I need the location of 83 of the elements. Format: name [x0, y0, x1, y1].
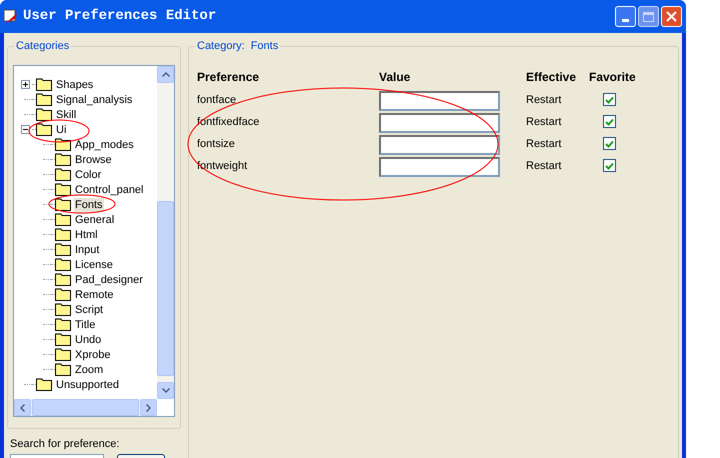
tree-item[interactable]: Ui — [55, 122, 68, 136]
check-icon — [605, 140, 614, 148]
folder-icon — [55, 138, 71, 151]
scroll-left-button[interactable] — [14, 399, 31, 416]
tree-item[interactable]: Xprobe — [74, 348, 112, 362]
scroll-up-button[interactable] — [157, 66, 174, 83]
close-button[interactable] — [661, 6, 682, 27]
effective-value: Restart — [526, 93, 562, 108]
folder-icon — [55, 303, 71, 316]
tree-item[interactable]: Script — [74, 302, 104, 316]
tree-item[interactable]: Control_panel — [74, 182, 144, 196]
value-field[interactable] — [379, 157, 500, 177]
scroll-right-button[interactable] — [140, 399, 157, 416]
tree-item[interactable]: Remote — [74, 288, 115, 302]
check-icon — [605, 162, 614, 170]
preference-name: fontsize — [197, 137, 236, 152]
folder-icon — [36, 93, 52, 106]
column-header: Value — [379, 69, 412, 86]
effective-value: Restart — [526, 137, 562, 152]
column-header: Effective — [526, 69, 578, 86]
folder-icon — [55, 288, 71, 301]
folder-icon — [55, 198, 71, 211]
favorite-checkbox[interactable] — [603, 159, 616, 172]
folder-icon — [55, 363, 71, 376]
category-label: Category: — [195, 39, 251, 53]
tree-item[interactable]: Html — [74, 228, 99, 242]
tree-item[interactable]: Shapes — [55, 78, 94, 92]
vertical-scrollbar[interactable] — [157, 66, 174, 399]
tree-item[interactable]: Unsupported — [55, 378, 120, 392]
value-field[interactable] — [379, 113, 500, 133]
annotation-ellipse — [48, 194, 116, 214]
folder-icon — [55, 153, 71, 166]
favorite-checkbox[interactable] — [603, 137, 616, 150]
tree-item[interactable]: Fonts — [74, 198, 104, 212]
effective-value: Restart — [526, 159, 562, 174]
close-icon — [666, 11, 677, 22]
group-title: Categories — [14, 39, 72, 53]
horizontal-scrollbar[interactable] — [14, 399, 157, 416]
favorite-checkbox[interactable] — [603, 115, 616, 128]
tree-item[interactable]: General — [74, 212, 116, 226]
minimize-button[interactable] — [615, 6, 636, 27]
folder-icon — [55, 243, 71, 256]
tree-item[interactable]: License — [74, 258, 114, 272]
favorite-checkbox[interactable] — [603, 93, 616, 106]
tree-item[interactable]: App_modes — [74, 138, 135, 152]
app-icon — [3, 8, 19, 24]
preference-name: fontface — [197, 93, 238, 108]
value-field[interactable] — [379, 91, 500, 111]
tree-item[interactable]: Input — [74, 242, 100, 256]
tree-item[interactable]: Browse — [74, 152, 113, 166]
folder-icon — [36, 378, 52, 391]
tree-item[interactable]: Color — [74, 168, 102, 182]
tree-item[interactable]: Undo — [74, 332, 102, 346]
check-icon — [605, 96, 614, 104]
folder-icon — [55, 168, 71, 181]
effective-value: Restart — [526, 115, 562, 130]
search-label: Search for preference: — [10, 437, 120, 451]
tree-item[interactable]: Skill — [55, 108, 78, 122]
folder-icon — [36, 78, 52, 91]
folder-icon — [55, 318, 71, 331]
folder-icon — [55, 273, 71, 286]
window-title: User Preferences Editor — [23, 7, 216, 26]
folder-icon — [55, 213, 71, 226]
tree-item[interactable]: Zoom — [74, 362, 104, 376]
folder-icon — [36, 108, 52, 121]
scroll-down-button[interactable] — [157, 382, 174, 399]
check-icon — [605, 118, 614, 126]
folder-icon — [55, 183, 71, 196]
column-header: Preference — [197, 69, 260, 86]
scroll-thumb[interactable] — [32, 399, 139, 416]
folder-icon — [55, 348, 71, 361]
folder-icon — [36, 123, 52, 136]
value-field[interactable] — [379, 135, 500, 155]
collapse-toggle[interactable] — [20, 125, 30, 134]
folder-icon — [55, 228, 71, 241]
column-header: Favorite — [589, 69, 637, 86]
tree-item[interactable]: Signal_analysis — [55, 92, 134, 106]
folder-icon — [55, 258, 71, 271]
tree-item[interactable]: Title — [74, 318, 96, 332]
expand-toggle[interactable] — [20, 80, 30, 89]
folder-icon — [55, 333, 71, 346]
scroll-thumb[interactable] — [157, 201, 174, 376]
tree-item[interactable]: Pad_designer — [74, 272, 144, 286]
